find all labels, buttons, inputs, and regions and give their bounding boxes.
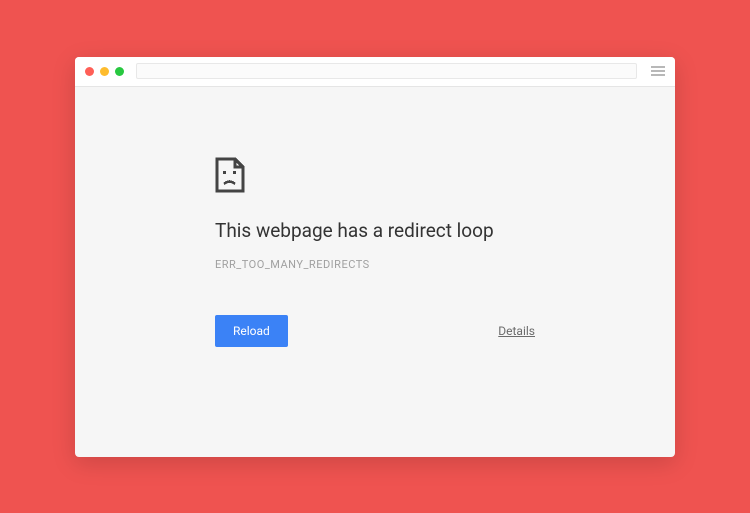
details-link[interactable]: Details bbox=[498, 324, 535, 338]
address-bar[interactable] bbox=[136, 63, 637, 79]
error-code: ERR_TOO_MANY_REDIRECTS bbox=[215, 258, 535, 271]
minimize-window-icon[interactable] bbox=[100, 67, 109, 76]
error-title: This webpage has a redirect loop bbox=[215, 219, 535, 242]
close-window-icon[interactable] bbox=[85, 67, 94, 76]
traffic-lights bbox=[85, 67, 124, 76]
error-page-content: This webpage has a redirect loop ERR_TOO… bbox=[75, 87, 675, 457]
error-actions: Reload Details bbox=[215, 315, 535, 347]
reload-button[interactable]: Reload bbox=[215, 315, 288, 347]
browser-window: This webpage has a redirect loop ERR_TOO… bbox=[75, 57, 675, 457]
maximize-window-icon[interactable] bbox=[115, 67, 124, 76]
browser-chrome-bar bbox=[75, 57, 675, 87]
menu-icon[interactable] bbox=[651, 66, 665, 76]
sad-page-icon bbox=[215, 157, 245, 193]
